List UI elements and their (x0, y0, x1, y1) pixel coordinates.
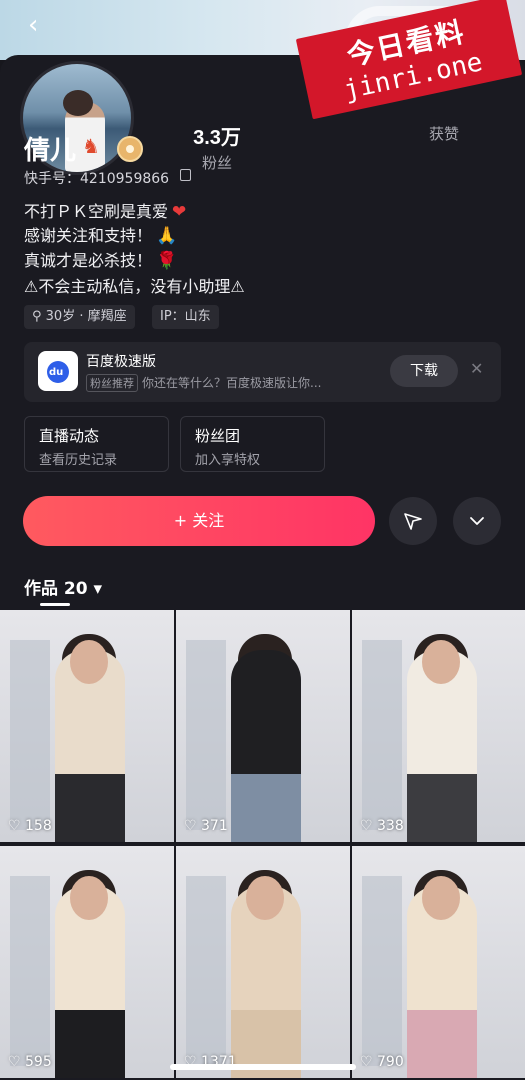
level-badge-icon[interactable] (117, 136, 143, 162)
tag-ip: IP：山东 (152, 305, 219, 329)
video-thumb[interactable]: ♡ 371 (176, 610, 350, 842)
avatar-hair (63, 90, 93, 116)
ad-title: 百度极速版 (86, 354, 156, 370)
ad-subtitle: 粉丝推荐 你还在等什么？百度极速版让你... (86, 374, 321, 392)
profile-name: 倩儿 (24, 136, 77, 166)
follow-button[interactable]: + 关注 (23, 496, 375, 546)
like-count: ♡ 158 (8, 818, 52, 834)
copy-icon[interactable] (180, 169, 191, 181)
fan-club-card[interactable]: 粉丝团 加入享特权 (180, 416, 325, 472)
stat-likes[interactable]: 获赞 (384, 121, 504, 144)
send-icon[interactable] (389, 497, 437, 545)
live-history-subtitle: 查看历史记录 (39, 453, 118, 468)
video-thumb[interactable]: ♡ 595 (0, 846, 174, 1078)
video-thumb[interactable]: ♡ 1371 (176, 846, 350, 1078)
thumb-door (10, 640, 50, 830)
bio-text: 真诚才是必杀技！ (24, 251, 153, 270)
pray-icon: 🙏 (156, 226, 178, 246)
bio-line-4: ⚠不会主动私信，没有小助理⚠ (24, 273, 245, 297)
stat-fans-value: 3.3万 (193, 127, 241, 149)
download-button[interactable]: 下载 (390, 355, 458, 387)
heart-icon: ❤ (172, 202, 187, 222)
close-icon[interactable]: ✕ (470, 359, 483, 378)
video-thumb[interactable]: ♡ 790 (352, 846, 525, 1078)
chevron-down-icon[interactable] (453, 497, 501, 545)
ad-subtitle-text: 你还在等什么？百度极速版让你... (142, 376, 322, 390)
video-thumb[interactable]: ♡ 158 (0, 610, 174, 842)
bio-text: ⚠不会主动私信，没有小助理⚠ (24, 277, 245, 296)
live-history-title: 直播动态 (39, 427, 100, 445)
bio-text: 感谢关注和支持！ (24, 226, 153, 245)
stat-fans[interactable]: 3.3万 粉丝 (157, 121, 277, 173)
video-grid: ♡ 158 ♡ 371 ♡ 338 ♡ 595 ♡ 1371 ♡ 790 (0, 610, 525, 1080)
like-count: ♡ 371 (184, 818, 228, 834)
tab-works[interactable]: 作品 20 ▾ (24, 574, 102, 599)
video-thumb[interactable]: ♡ 338 (352, 610, 525, 842)
thumb-head (246, 876, 284, 920)
stat-fans-label: 粉丝 (201, 154, 232, 172)
like-count: ♡ 595 (8, 1054, 52, 1070)
stat-likes-label: 获赞 (428, 125, 459, 143)
bio-text: 不打ＰＫ空刷是真爱 (24, 202, 169, 221)
ad-tag: 粉丝推荐 (86, 374, 138, 392)
bio-line-1: 不打ＰＫ空刷是真爱 ❤ (24, 198, 186, 222)
like-count: ♡ 790 (360, 1054, 404, 1070)
thumb-head (70, 876, 108, 920)
thumb-door (186, 640, 226, 830)
fan-club-subtitle: 加入享特权 (195, 453, 261, 468)
thumb-door (362, 876, 402, 1066)
tag-age: ⚲ 30岁 · 摩羯座 (24, 305, 135, 329)
thumb-head (422, 640, 460, 684)
profile-uid: 快手号：4210959866 (24, 171, 170, 187)
dancer-icon: ♞ (82, 134, 100, 158)
ad-banner[interactable]: du 百度极速版 粉丝推荐 你还在等什么？百度极速版让你... 下载 ✕ (24, 342, 501, 402)
bio-line-2: 感谢关注和支持！ 🙏 (24, 222, 177, 246)
rose-icon: 🌹 (156, 251, 178, 271)
baidu-du: du (49, 367, 64, 378)
thumb-head (70, 640, 108, 684)
thumb-door (10, 876, 50, 1066)
thumb-door (186, 876, 226, 1066)
thumb-head (422, 876, 460, 920)
bio-line-3: 真诚才是必杀技！ 🌹 (24, 247, 177, 271)
like-count: ♡ 338 (360, 818, 404, 834)
fan-club-title: 粉丝团 (195, 427, 241, 445)
chevron-left-icon[interactable]: ‹ (28, 10, 38, 40)
live-history-card[interactable]: 直播动态 查看历史记录 (24, 416, 169, 472)
baidu-logo-icon: du (38, 351, 78, 391)
thumb-door (362, 640, 402, 830)
home-indicator[interactable] (170, 1064, 356, 1070)
thumb-person (231, 650, 301, 842)
tab-works-indicator (40, 603, 70, 606)
